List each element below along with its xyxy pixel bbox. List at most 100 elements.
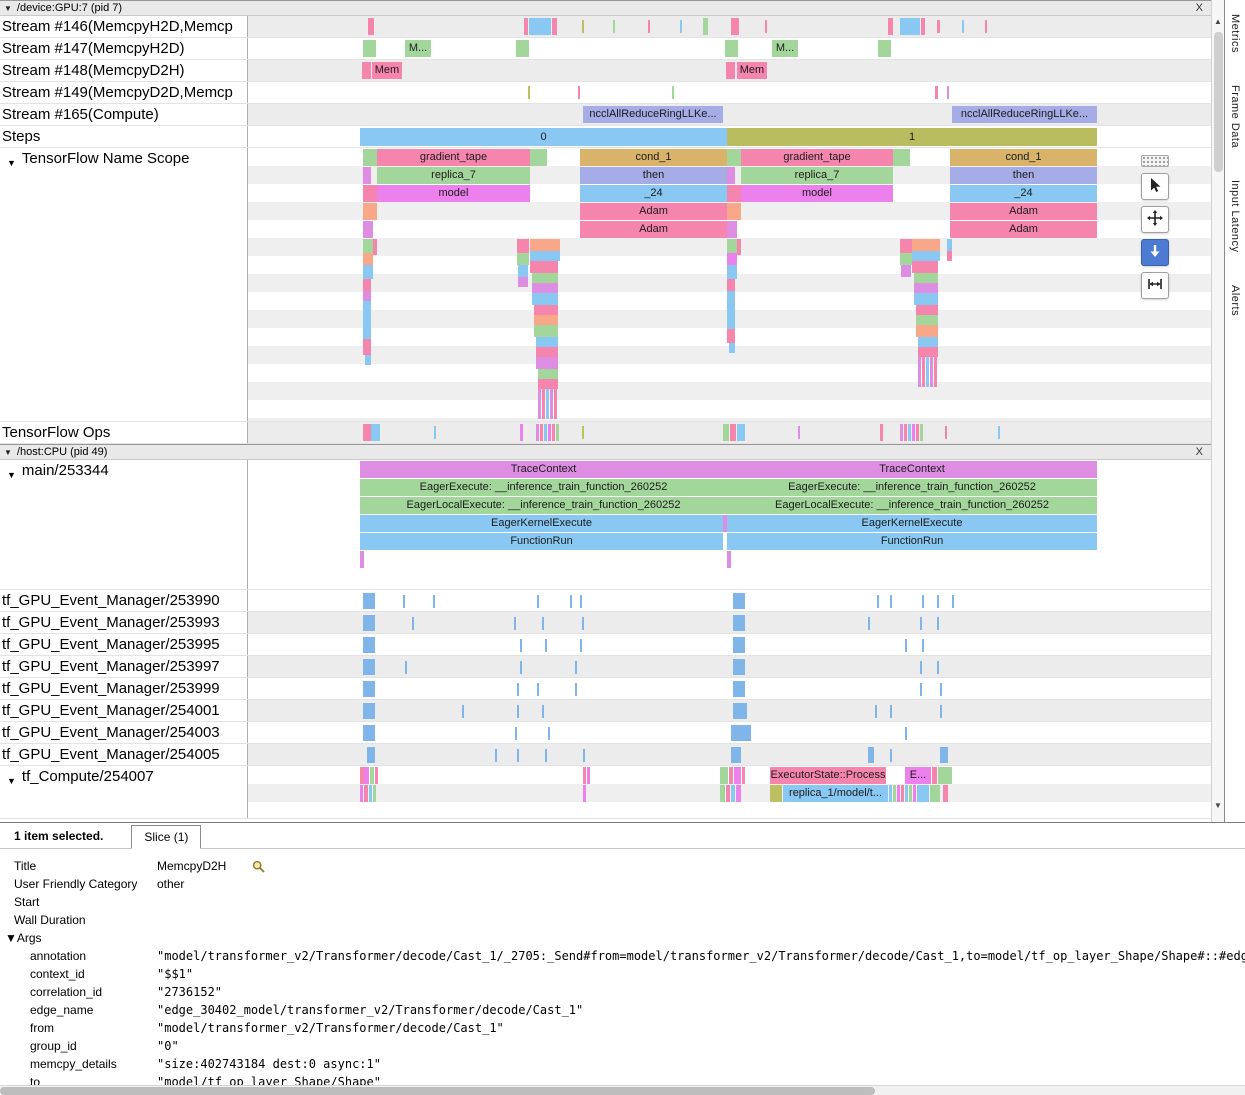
trace-slice[interactable] — [962, 20, 964, 33]
trace-slice[interactable] — [360, 785, 363, 802]
trace-slice[interactable] — [731, 747, 741, 763]
trace-slice[interactable] — [363, 167, 371, 184]
trace-slice[interactable] — [363, 637, 375, 653]
trace-slice[interactable]: EagerKernelExecute — [727, 515, 1097, 532]
trace-slice[interactable] — [363, 40, 376, 57]
trace-slice[interactable] — [536, 357, 558, 369]
track-canvas-em-253995[interactable] — [248, 634, 1211, 655]
trace-slice[interactable] — [943, 785, 948, 802]
trace-slice[interactable] — [532, 273, 558, 283]
trace-slice[interactable] — [462, 705, 464, 718]
trace-slice[interactable] — [729, 767, 733, 784]
trace-slice[interactable] — [363, 185, 377, 202]
trace-slice[interactable] — [570, 595, 572, 608]
horizontal-scrollbar[interactable] — [0, 1085, 1245, 1095]
trace-slice[interactable] — [363, 239, 373, 253]
trace-slice[interactable]: Adam — [950, 203, 1097, 220]
track-canvas-em-253997[interactable] — [248, 656, 1211, 677]
trace-slice[interactable] — [733, 593, 745, 609]
trace-slice[interactable] — [534, 315, 558, 325]
trace-slice[interactable] — [524, 18, 528, 35]
trace-slice[interactable] — [552, 18, 557, 35]
track-canvas-name-scope[interactable]: gradient_tapecond_1gradient_tapecond_1re… — [248, 148, 1211, 421]
trace-slice[interactable] — [375, 767, 378, 784]
trace-slice[interactable] — [922, 357, 925, 387]
trace-slice[interactable] — [901, 785, 904, 802]
trace-slice[interactable] — [880, 424, 883, 441]
trace-slice[interactable] — [914, 273, 938, 283]
trace-slice[interactable] — [900, 239, 912, 253]
horizontal-scroll-thumb[interactable] — [0, 1087, 875, 1095]
trace-slice[interactable]: Adam — [950, 221, 1097, 238]
trace-slice[interactable] — [554, 389, 557, 419]
track-canvas-em-254001[interactable] — [248, 700, 1211, 721]
trace-slice[interactable] — [544, 424, 547, 441]
trace-slice[interactable] — [937, 661, 939, 674]
trace-slice[interactable] — [528, 86, 530, 99]
tab-alerts[interactable]: Alerts — [1229, 285, 1241, 316]
trace-slice[interactable]: model — [377, 185, 530, 202]
trace-slice[interactable] — [926, 357, 929, 387]
trace-slice[interactable] — [890, 705, 892, 718]
vertical-scrollbar[interactable]: ▲ ▼ — [1211, 0, 1224, 822]
trace-slice[interactable] — [538, 379, 558, 389]
trace-slice[interactable] — [913, 785, 916, 802]
trace-slice[interactable] — [725, 40, 738, 57]
trace-slice[interactable] — [575, 683, 577, 696]
trace-slice[interactable] — [930, 785, 940, 802]
trace-slice[interactable] — [403, 595, 405, 608]
trace-slice[interactable]: cond_1 — [580, 149, 727, 166]
tab-frame-data[interactable]: Frame Data — [1229, 85, 1241, 148]
trace-slice[interactable] — [363, 593, 375, 609]
trace-slice[interactable] — [530, 239, 560, 251]
trace-slice[interactable] — [727, 291, 735, 329]
trace-slice[interactable] — [798, 426, 800, 439]
trace-slice[interactable] — [731, 785, 735, 802]
trace-slice[interactable]: FunctionRun — [360, 533, 723, 550]
trace-slice[interactable] — [900, 18, 920, 35]
trace-slice[interactable] — [362, 62, 371, 79]
trace-slice[interactable] — [545, 639, 547, 652]
trace-slice[interactable] — [548, 424, 551, 441]
trace-slice[interactable] — [648, 20, 650, 33]
trace-slice[interactable]: replica_7 — [741, 167, 893, 184]
trace-slice[interactable] — [742, 767, 745, 784]
trace-slice[interactable] — [540, 424, 543, 441]
trace-slice[interactable] — [875, 705, 877, 718]
trace-slice[interactable] — [998, 426, 1000, 439]
trace-slice[interactable] — [912, 424, 915, 441]
trace-slice[interactable] — [922, 595, 924, 608]
trace-slice[interactable] — [536, 424, 539, 441]
trace-slice[interactable] — [720, 767, 728, 784]
trace-slice[interactable] — [937, 20, 940, 33]
trace-slice[interactable] — [363, 301, 371, 339]
trace-slice[interactable]: TraceContext — [360, 461, 727, 478]
trace-slice[interactable] — [914, 293, 938, 305]
trace-slice[interactable] — [360, 551, 364, 568]
trace-slice[interactable]: then — [580, 167, 727, 184]
trace-slice[interactable] — [582, 617, 584, 630]
trace-slice[interactable] — [517, 683, 519, 696]
trace-slice[interactable] — [537, 595, 539, 608]
scroll-down-arrow-icon[interactable]: ▼ — [1212, 800, 1224, 812]
trace-slice[interactable] — [918, 337, 938, 347]
trace-slice[interactable] — [532, 293, 558, 305]
trace-slice[interactable] — [550, 389, 553, 419]
vertical-scroll-thumb[interactable] — [1214, 32, 1223, 172]
track-label-main-253344[interactable]: ▼main/253344 — [0, 460, 248, 589]
trace-slice[interactable] — [893, 149, 910, 166]
trace-slice[interactable]: EagerLocalExecute: __inference_train_fun… — [360, 497, 727, 514]
trace-slice[interactable] — [520, 424, 523, 441]
search-icon[interactable] — [252, 860, 265, 873]
trace-slice[interactable] — [727, 185, 741, 202]
trace-slice[interactable] — [726, 785, 730, 802]
trace-slice[interactable] — [542, 389, 545, 419]
trace-slice[interactable] — [538, 369, 558, 379]
trace-slice[interactable]: ncclAllReduceRingLLKe... — [952, 106, 1097, 123]
trace-slice[interactable]: gradient_tape — [377, 149, 530, 166]
collapse-arrow-icon[interactable]: ▼ — [7, 465, 16, 486]
track-canvas-em-253990[interactable] — [248, 590, 1211, 611]
trace-slice[interactable] — [587, 767, 590, 784]
trace-slice[interactable] — [363, 253, 373, 265]
trace-slice[interactable] — [912, 261, 938, 273]
